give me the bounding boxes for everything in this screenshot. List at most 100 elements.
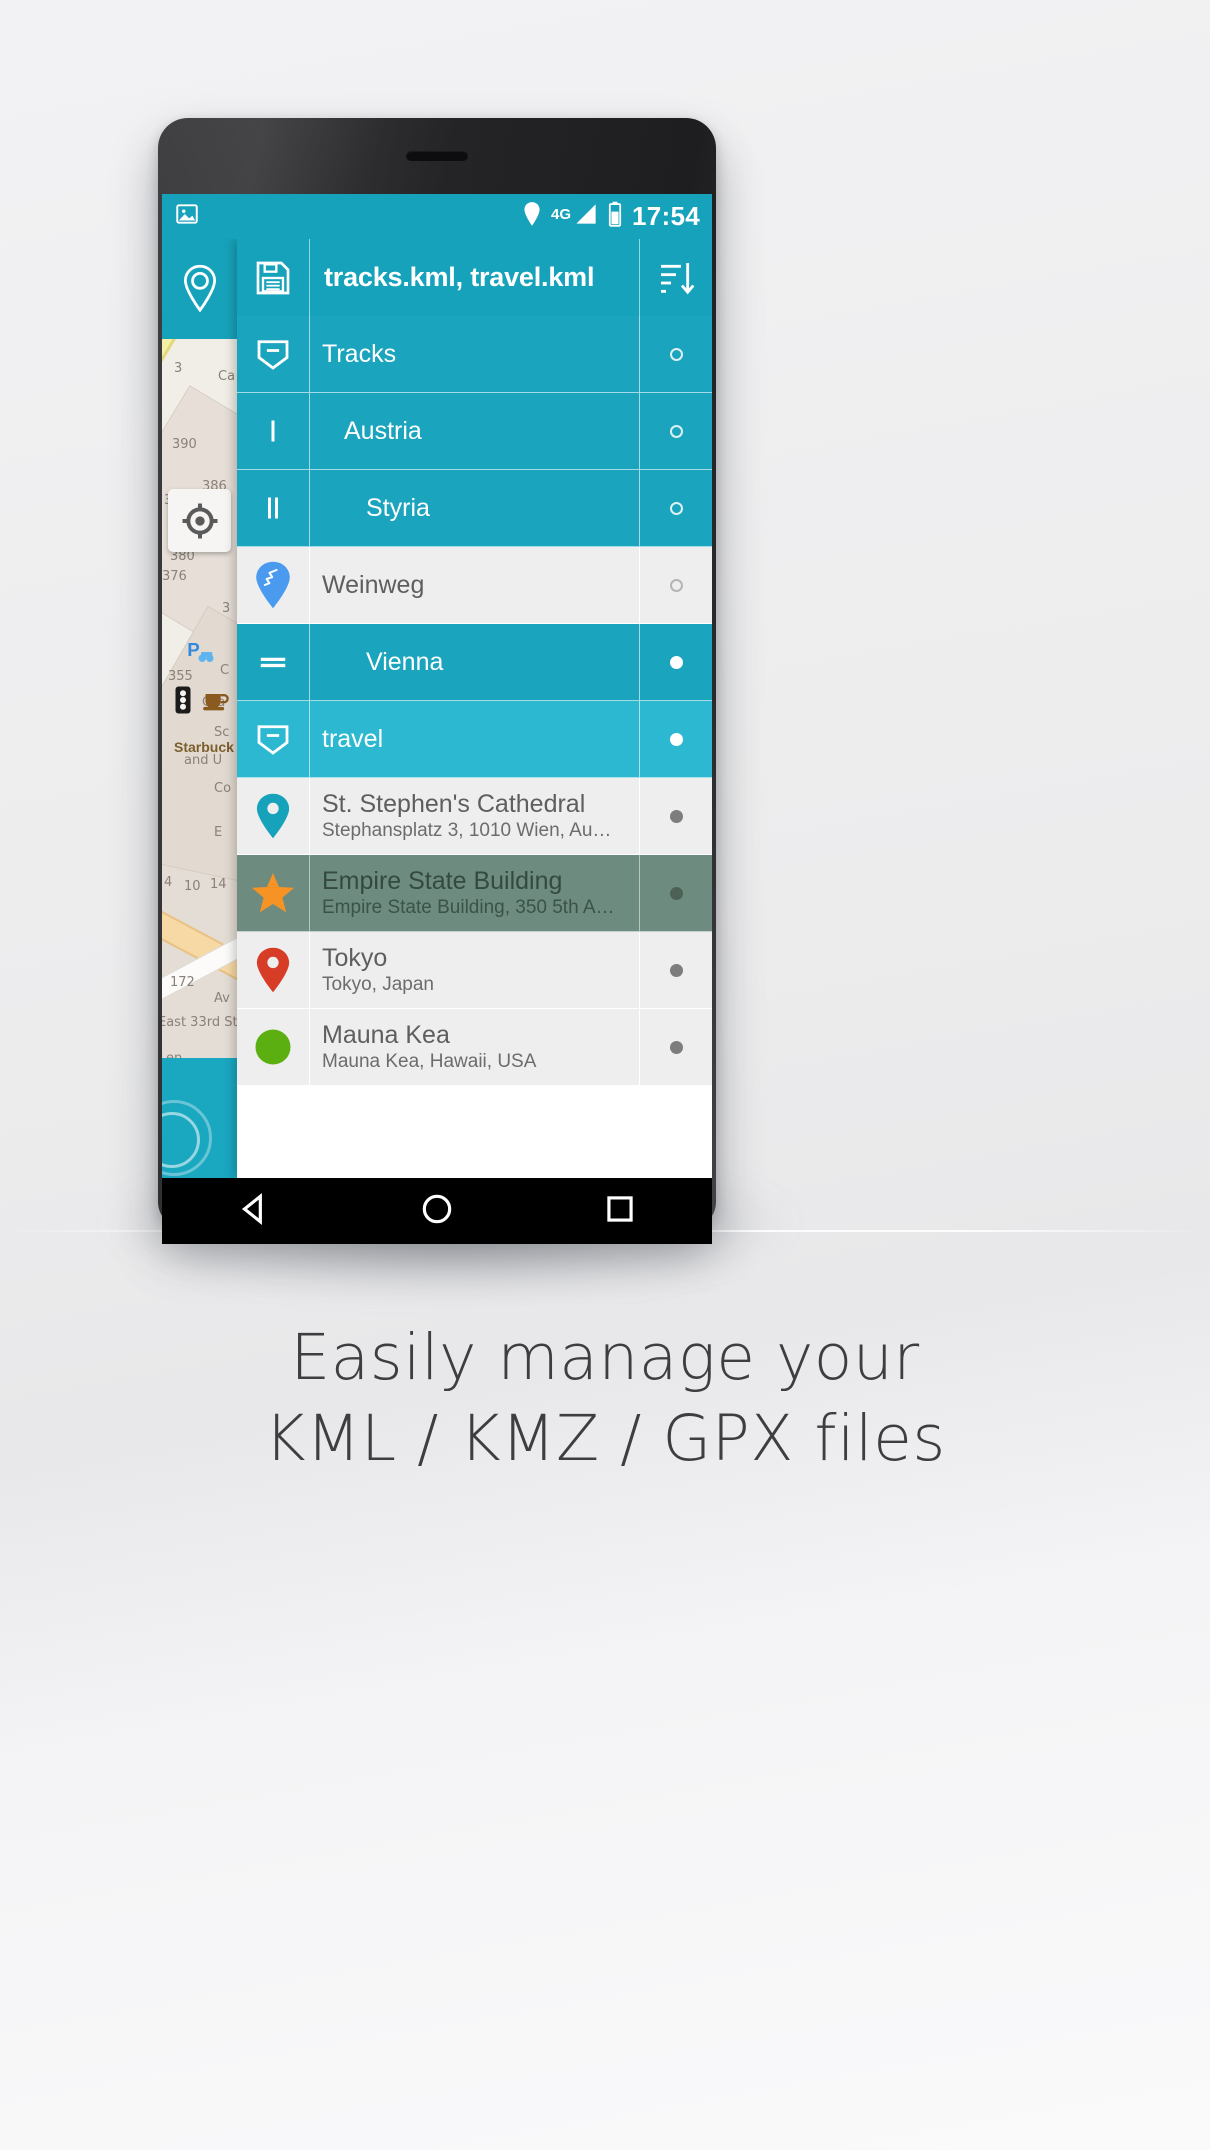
row-title: St. Stephen's Cathedral (322, 789, 586, 818)
map-label: Co (214, 781, 232, 796)
map-label: 376 (162, 569, 187, 584)
list-bottom-filler (237, 1136, 712, 1178)
row-check-cell[interactable] (639, 470, 712, 546)
drawer-title: tracks.kml, travel.kml (324, 262, 595, 292)
row-title: Weinweg (322, 570, 425, 599)
folder-collapse-icon (252, 718, 294, 760)
list-item[interactable]: Weinweg (237, 547, 712, 624)
drawer-header: tracks.kml, travel.kml (237, 239, 712, 316)
image-icon (174, 201, 200, 232)
file-list-drawer: tracks.kml, travel.kml Tracks Austria Styr… (237, 239, 712, 1178)
list-item[interactable]: Styria (237, 470, 712, 547)
row-title: Mauna Kea (322, 1020, 450, 1049)
cafe-icon (202, 689, 230, 718)
row-icon-cell[interactable] (237, 316, 310, 392)
list-item[interactable]: Tracks (237, 316, 712, 393)
android-status-bar: 4G 17:54 (162, 194, 712, 239)
floppy-disk-save-icon (256, 261, 290, 294)
row-title: Empire State Building (322, 866, 563, 895)
map-cyan-overlay-panel (162, 1058, 237, 1178)
list-item[interactable]: Vienna (237, 624, 712, 701)
home-circle-icon (422, 1194, 452, 1223)
checkbox-checked[interactable] (669, 886, 683, 900)
row-check-cell[interactable] (639, 932, 712, 1008)
checkbox-unchecked[interactable] (669, 578, 683, 592)
row-icon-cell[interactable] (237, 855, 310, 931)
row-icon-cell[interactable] (237, 470, 310, 546)
sort-descending-icon (661, 262, 695, 294)
row-label-cell[interactable]: Empire State Building Empire State Buildi… (310, 855, 639, 931)
list-item[interactable]: travel (237, 701, 712, 778)
list-item[interactable]: St. Stephen's Cathedral Stephansplatz 3, … (237, 778, 712, 855)
android-navigation-bar (162, 1178, 712, 1244)
checkbox-checked[interactable] (669, 1040, 683, 1054)
row-icon-cell[interactable] (237, 547, 310, 623)
back-button[interactable] (235, 1190, 273, 1233)
map-label: Sc (214, 725, 230, 740)
list-item[interactable]: Austria (237, 393, 712, 470)
sort-button[interactable] (639, 239, 712, 316)
row-icon-cell[interactable] (237, 701, 310, 777)
row-icon-cell[interactable] (237, 393, 310, 469)
checkbox-unchecked[interactable] (669, 347, 683, 361)
row-icon-cell[interactable] (237, 624, 310, 700)
home-button[interactable] (418, 1190, 456, 1233)
traffic-light-icon (174, 685, 192, 720)
list-item[interactable]: Mauna Kea Mauna Kea, Hawaii, USA (237, 1009, 712, 1086)
row-check-cell[interactable] (639, 547, 712, 623)
level-bars-horizontal-icon (252, 641, 294, 683)
row-subtitle: Mauna Kea, Hawaii, USA (322, 1050, 537, 1072)
row-check-cell[interactable] (639, 316, 712, 392)
row-label-cell[interactable]: Vienna (310, 624, 639, 700)
row-title: Tracks (322, 339, 397, 368)
signal-bars-icon (574, 202, 598, 231)
checkbox-unchecked[interactable] (669, 501, 683, 515)
my-location-button[interactable] (168, 489, 231, 552)
row-check-cell[interactable] (639, 624, 712, 700)
row-icon-cell[interactable] (237, 1009, 310, 1085)
row-check-cell[interactable] (639, 778, 712, 854)
list-item[interactable]: Empire State Building Empire State Buildi… (237, 855, 712, 932)
map-poi-label: Starbuck (174, 739, 234, 755)
checkbox-checked[interactable] (669, 732, 683, 746)
map-pin-rail[interactable] (162, 239, 237, 339)
row-icon-cell[interactable] (237, 932, 310, 1008)
row-label-cell[interactable]: St. Stephen's Cathedral Stephansplatz 3, … (310, 778, 639, 854)
checkbox-checked[interactable] (669, 963, 683, 977)
checkbox-checked[interactable] (669, 655, 683, 669)
folder-collapse-icon (252, 333, 294, 375)
checkbox-unchecked[interactable] (669, 424, 683, 438)
row-label-cell[interactable]: Austria (310, 393, 639, 469)
circle-green-icon (252, 1026, 294, 1068)
track-pin-blue-icon (253, 560, 293, 610)
row-title: Vienna (366, 647, 444, 676)
row-label-cell[interactable]: Mauna Kea Mauna Kea, Hawaii, USA (310, 1009, 639, 1085)
row-check-cell[interactable] (639, 701, 712, 777)
save-button[interactable] (237, 239, 310, 316)
list-item[interactable]: Tokyo Tokyo, Japan (237, 932, 712, 1009)
map-label: 390 (172, 437, 197, 452)
map-label: 10 (184, 879, 201, 894)
earpiece-speaker (406, 151, 468, 161)
battery-icon (607, 201, 623, 232)
row-title: Styria (366, 493, 430, 522)
row-icon-cell[interactable] (237, 778, 310, 854)
parking-icon: P (186, 637, 216, 672)
row-label-cell[interactable]: Weinweg (310, 547, 639, 623)
row-check-cell[interactable] (639, 393, 712, 469)
checkbox-checked[interactable] (669, 809, 683, 823)
network-type-label: 4G (550, 206, 571, 223)
file-list[interactable]: Tracks Austria Styria Weinweg Vienna travel St… (237, 316, 712, 1136)
svg-text:P: P (187, 639, 200, 660)
row-label-cell[interactable]: travel (310, 701, 639, 777)
row-label-cell[interactable]: Tokyo Tokyo, Japan (310, 932, 639, 1008)
row-label-cell[interactable]: Styria (310, 470, 639, 546)
back-triangle-icon (241, 1192, 262, 1225)
map-pin-outline-icon (183, 264, 216, 313)
recents-button[interactable] (601, 1190, 639, 1233)
row-label-cell[interactable]: Tracks (310, 316, 639, 392)
row-check-cell[interactable] (639, 1009, 712, 1085)
row-check-cell[interactable] (639, 855, 712, 931)
phone-screen: 8643Ca3903863843803763355CGraScand UCoE4… (162, 194, 712, 1178)
recents-square-icon (607, 1195, 633, 1222)
